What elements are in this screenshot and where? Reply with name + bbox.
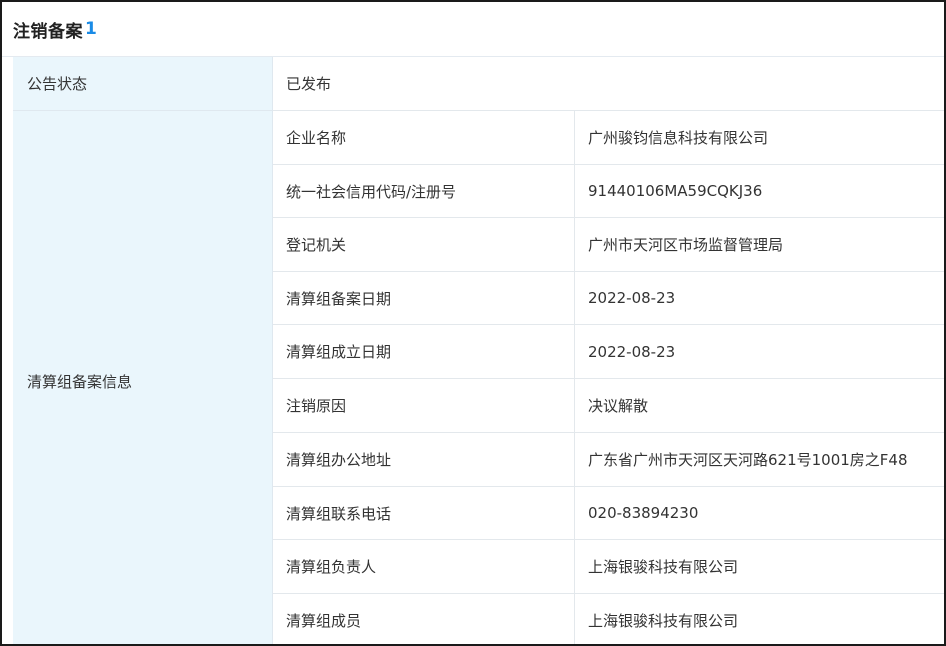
leader-value: 上海银骏科技有限公司 bbox=[588, 558, 739, 576]
value-cell-members: 上海银骏科技有限公司 bbox=[575, 594, 944, 644]
field-label: 清算组成员 bbox=[286, 612, 362, 630]
field-label: 统一社会信用代码/注册号 bbox=[286, 182, 457, 201]
filing-date-value: 2022-08-23 bbox=[588, 289, 676, 307]
field-cell-cancel-reason: 注销原因 bbox=[273, 379, 575, 433]
field-cell-filing-date: 清算组备案日期 bbox=[273, 272, 575, 325]
section-header: 注销备案 1 bbox=[2, 2, 944, 57]
value-cell-office-address: 广东省广州市天河区天河路621号1001房之F48 bbox=[575, 433, 944, 487]
status-value-cell: 已发布 bbox=[273, 57, 944, 111]
value-cell-filing-date: 2022-08-23 bbox=[575, 272, 944, 325]
office-address-value: 广东省广州市天河区天河路621号1001房之F48 bbox=[588, 451, 908, 469]
value-cell-establish-date: 2022-08-23 bbox=[575, 325, 944, 379]
field-label: 清算组办公地址 bbox=[286, 451, 392, 469]
value-cell-company-name: 广州骏钧信息科技有限公司 bbox=[575, 111, 944, 165]
field-label: 企业名称 bbox=[286, 129, 347, 147]
credit-code-value: 91440106MA59CQKJ36 bbox=[588, 182, 763, 200]
field-label: 清算组备案日期 bbox=[286, 289, 392, 308]
field-cell-credit-code: 统一社会信用代码/注册号 bbox=[273, 165, 575, 218]
field-label: 登记机关 bbox=[286, 236, 347, 254]
field-label: 注销原因 bbox=[286, 397, 347, 415]
field-cell-company-name: 企业名称 bbox=[273, 111, 575, 165]
field-label: 清算组成立日期 bbox=[286, 343, 392, 361]
field-label: 清算组联系电话 bbox=[286, 504, 392, 523]
liquidation-group-label: 清算组备案信息 bbox=[27, 372, 133, 391]
members-value: 上海银骏科技有限公司 bbox=[588, 612, 739, 630]
field-cell-office-address: 清算组办公地址 bbox=[273, 433, 575, 487]
field-cell-establish-date: 清算组成立日期 bbox=[273, 325, 575, 379]
field-cell-members: 清算组成员 bbox=[273, 594, 575, 644]
field-cell-registration-authority: 登记机关 bbox=[273, 218, 575, 272]
section-count: 1 bbox=[85, 19, 97, 39]
status-value: 已发布 bbox=[286, 75, 332, 93]
cancel-reason-value: 决议解散 bbox=[588, 397, 649, 415]
value-cell-leader: 上海银骏科技有限公司 bbox=[575, 540, 944, 594]
field-cell-leader: 清算组负责人 bbox=[273, 540, 575, 594]
value-cell-contact-phone: 020-83894230 bbox=[575, 487, 944, 540]
status-label-cell: 公告状态 bbox=[13, 57, 273, 111]
registration-authority-value: 广州市天河区市场监督管理局 bbox=[588, 236, 784, 254]
deregistration-table: 公告状态 已发布 清算组备案信息 企业名称 广州骏钧信息科技有限公司 统一社会信… bbox=[13, 57, 944, 644]
value-cell-registration-authority: 广州市天河区市场监督管理局 bbox=[575, 218, 944, 272]
value-cell-cancel-reason: 决议解散 bbox=[575, 379, 944, 433]
liquidation-group-label-cell: 清算组备案信息 bbox=[13, 111, 273, 644]
field-cell-contact-phone: 清算组联系电话 bbox=[273, 487, 575, 540]
status-label: 公告状态 bbox=[27, 75, 88, 93]
establish-date-value: 2022-08-23 bbox=[588, 342, 676, 361]
contact-phone-value: 020-83894230 bbox=[588, 504, 699, 522]
company-name-value: 广州骏钧信息科技有限公司 bbox=[588, 129, 769, 147]
deregistration-panel: 注销备案 1 公告状态 已发布 清算组备案信息 企业名称 广州骏钧信息科技有限公… bbox=[0, 0, 946, 646]
field-label: 清算组负责人 bbox=[286, 558, 377, 576]
value-cell-credit-code: 91440106MA59CQKJ36 bbox=[575, 165, 944, 218]
section-title: 注销备案 bbox=[13, 21, 83, 42]
